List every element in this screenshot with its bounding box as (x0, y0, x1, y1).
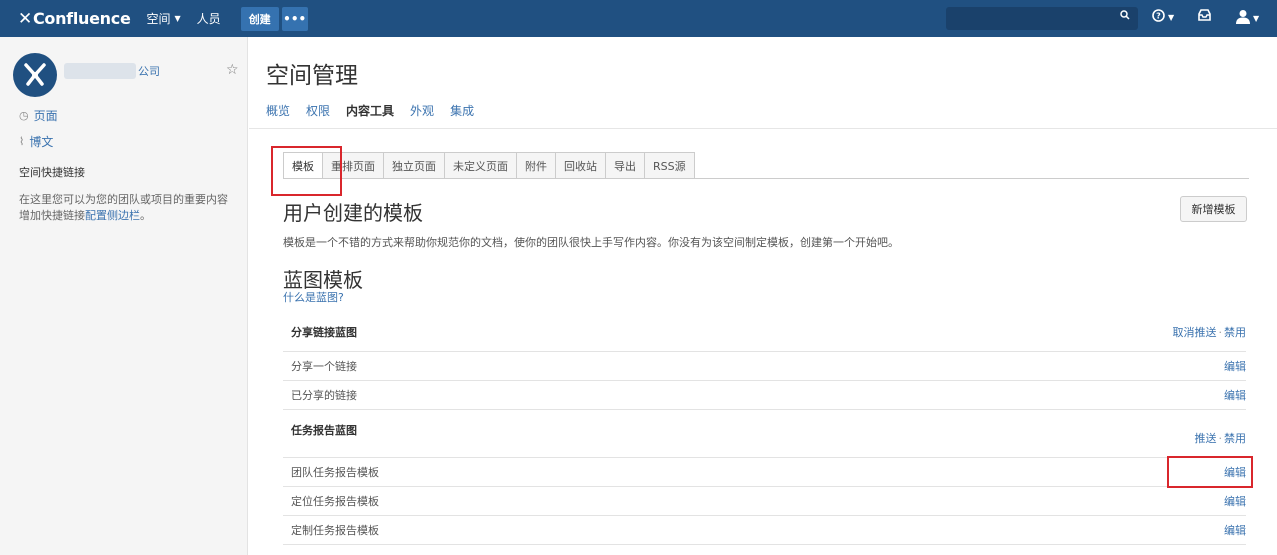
space-logo[interactable] (13, 53, 57, 97)
table-row: 分享一个链接 编辑 (283, 352, 1246, 381)
create-button[interactable]: 创建 (240, 6, 279, 31)
space-shortcuts-description: 在这里您可以为您的团队或项目的重要内容增加快捷链接配置侧边栏。 (19, 192, 235, 224)
content-tools-tabs: 模板 重排页面 独立页面 未定义页面 附件 回收站 导出 RSS源 (283, 152, 695, 179)
subnav-content-tools[interactable]: 内容工具 (346, 102, 394, 119)
shortcuts-desc-end: 。 (140, 209, 151, 222)
disable-link[interactable]: 禁用 (1224, 432, 1246, 445)
highlight-box (271, 146, 342, 196)
sidebar-item-pages[interactable]: ◷ 页面 (19, 107, 58, 124)
blueprint-group-actions: 推送 · 禁用 (1195, 430, 1247, 446)
people-link-label: 人员 (196, 12, 221, 26)
highlight-box (1167, 456, 1253, 488)
blueprint-template-name: 定制任务报告模板 (291, 524, 379, 537)
sidebar-item-label: 博文 (29, 135, 54, 149)
blueprint-group-name: 分享链接蓝图 (291, 326, 357, 339)
blueprint-template-name: 分享一个链接 (291, 360, 357, 373)
tab-export[interactable]: 导出 (606, 152, 645, 179)
page-icon: ◷ (19, 109, 29, 122)
subnav-look-and-feel[interactable]: 外观 (410, 102, 434, 119)
svg-text:?: ? (1156, 12, 1161, 21)
top-navigation-bar: ✕ Confluence 空间 ▼ 人员 创建 ••• ? ▼ ▼ (0, 0, 1277, 37)
space-name[interactable]: 公司 (138, 63, 160, 79)
blueprint-group-row: 任务报告蓝图 推送 · 禁用 (283, 410, 1246, 458)
user-menu[interactable]: ▼ (1236, 9, 1259, 28)
blueprint-template-name: 已分享的链接 (291, 389, 357, 402)
tab-attachments[interactable]: 附件 (517, 152, 556, 179)
help-menu[interactable]: ? ▼ (1152, 9, 1174, 26)
divider (283, 178, 1249, 179)
space-admin-subnav: 概览 权限 内容工具 外观 集成 (266, 102, 490, 119)
space-sidebar: 公司 ☆ ◷ 页面 ⌇ 博文 空间快捷链接 在这里您可以为您的团队或项目的重要内… (0, 37, 248, 555)
star-icon[interactable]: ☆ (226, 62, 239, 78)
brand-name: Confluence (32, 9, 131, 28)
user-avatar-icon (1236, 9, 1250, 28)
search-input[interactable] (946, 7, 1138, 30)
blog-icon: ⌇ (19, 135, 25, 148)
table-row: 已分享的链接 编辑 (283, 381, 1246, 410)
divider (249, 128, 1277, 129)
spaces-menu[interactable]: 空间 ▼ (147, 10, 181, 27)
configure-sidebar-link[interactable]: 配置侧边栏 (85, 209, 140, 222)
help-icon: ? (1152, 9, 1165, 26)
blueprint-template-name: 团队任务报告模板 (291, 466, 379, 479)
confluence-x-icon: ✕ (18, 8, 32, 29)
subnav-overview[interactable]: 概览 (266, 102, 290, 119)
table-row: 定位任务报告模板 编辑 (283, 487, 1246, 516)
blueprint-group-row: 分享链接蓝图 取消推送 · 禁用 (283, 313, 1246, 352)
unpromote-link[interactable]: 取消推送 (1173, 326, 1217, 339)
user-templates-description: 模板是一个不错的方式来帮助你规范你的文档，使你的团队很快上手写作内容。你没有为该… (283, 236, 899, 249)
promote-link[interactable]: 推送 (1195, 432, 1217, 445)
blueprint-group-actions: 取消推送 · 禁用 (1173, 324, 1247, 340)
confluence-logo[interactable]: ✕ Confluence (18, 9, 131, 29)
what-is-blueprint-link[interactable]: 什么是蓝图? (283, 289, 344, 305)
search-icon (1120, 10, 1130, 23)
edit-link[interactable]: 编辑 (1224, 387, 1246, 403)
create-more-button[interactable]: ••• (281, 6, 308, 31)
tab-undefined-pages[interactable]: 未定义页面 (445, 152, 517, 179)
tab-orphaned-pages[interactable]: 独立页面 (384, 152, 445, 179)
action-separator: · (1218, 326, 1223, 339)
edit-link[interactable]: 编辑 (1224, 358, 1246, 374)
sidebar-item-label: 页面 (33, 109, 58, 123)
chevron-down-icon: ▼ (174, 14, 181, 23)
add-template-button[interactable]: 新增模板 (1180, 196, 1247, 222)
edit-link[interactable]: 编辑 (1224, 493, 1246, 509)
blueprint-group-name: 任务报告蓝图 (291, 424, 357, 437)
table-row: 团队任务报告模板 编辑 (283, 458, 1246, 487)
action-separator: · (1218, 432, 1223, 445)
space-name-redacted (64, 63, 136, 79)
people-link[interactable]: 人员 (197, 10, 221, 27)
notification-icon (1198, 9, 1211, 25)
table-row: 定制任务报告模板 编辑 (283, 516, 1246, 545)
disable-link[interactable]: 禁用 (1224, 326, 1246, 339)
subnav-integrations[interactable]: 集成 (450, 102, 474, 119)
blueprint-template-name: 定位任务报告模板 (291, 495, 379, 508)
notifications-button[interactable] (1198, 9, 1211, 25)
sidebar-item-blog[interactable]: ⌇ 博文 (19, 133, 53, 150)
tab-rss-feeds[interactable]: RSS源 (645, 152, 695, 179)
user-templates-heading: 用户创建的模板 (283, 201, 423, 225)
edit-link[interactable]: 编辑 (1224, 522, 1246, 538)
space-shortcuts-heading: 空间快捷链接 (19, 166, 85, 179)
chevron-down-icon: ▼ (1168, 13, 1175, 22)
space-logo-icon (24, 63, 46, 86)
chevron-down-icon: ▼ (1253, 14, 1260, 23)
spaces-menu-label: 空间 (146, 12, 171, 26)
subnav-permissions[interactable]: 权限 (306, 102, 330, 119)
page-title: 空间管理 (266, 63, 358, 89)
tab-trash[interactable]: 回收站 (556, 152, 606, 179)
